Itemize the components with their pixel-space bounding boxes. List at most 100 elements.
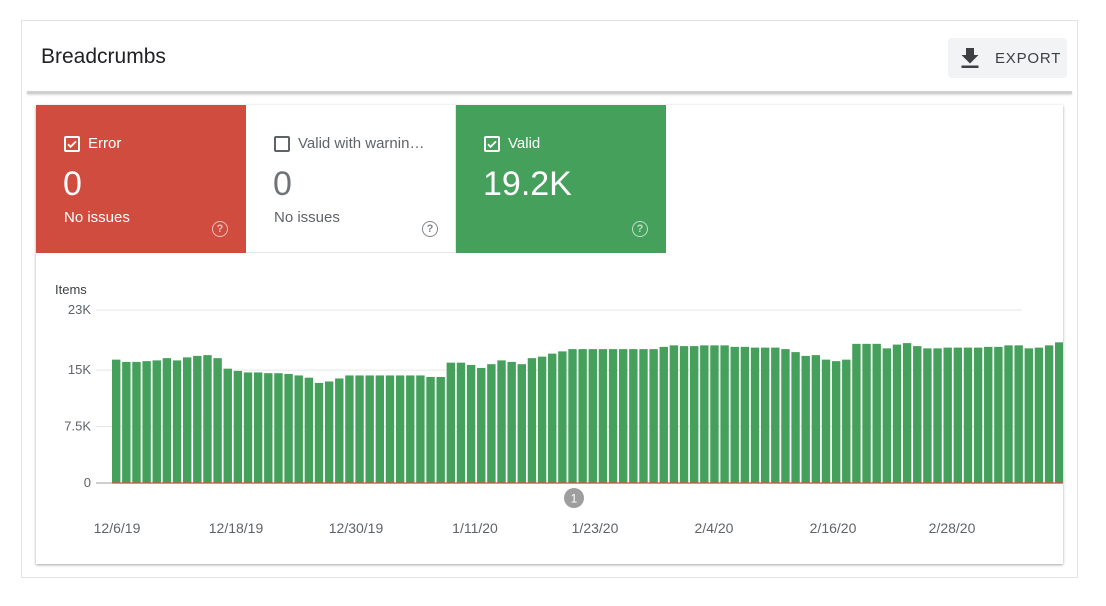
chart-bar (274, 373, 283, 483)
chart-bar (568, 349, 577, 483)
tile-valid-with-warnings[interactable]: Valid with warnin… 0 No issues ? (246, 105, 456, 253)
chart-bar (203, 355, 212, 483)
x-tick-label: 2/4/20 (695, 520, 734, 536)
chart-bar (477, 367, 486, 483)
tile-valid[interactable]: Valid 19.2K ? (456, 105, 666, 253)
chart-bar (821, 359, 831, 483)
chart-bar (172, 360, 182, 483)
chart-bar (740, 346, 750, 483)
tile-error-label: Error (88, 135, 122, 152)
chart-bar (933, 348, 942, 483)
chart-bar (223, 368, 232, 483)
check-icon (487, 140, 497, 148)
chart-bar (1014, 345, 1023, 483)
chart-bar (324, 381, 334, 483)
tile-error-sub: No issues (64, 209, 130, 226)
chart-bar (314, 382, 324, 483)
help-icon[interactable]: ? (632, 221, 648, 237)
chart-bar (1055, 342, 1063, 483)
chart-bar (304, 377, 314, 483)
breadcrumbs-panel: Breadcrumbs EXPORT Error 0 No issues ? V… (21, 20, 1078, 578)
chart-bar (588, 349, 597, 483)
chart-bar (558, 351, 567, 483)
chart-bar (831, 361, 841, 483)
chart-bar (152, 360, 161, 483)
help-icon[interactable]: ? (422, 221, 438, 237)
annotation-badge-label: 1 (571, 492, 578, 506)
chart-bar (436, 376, 445, 483)
chart-bar (1044, 345, 1054, 483)
chart-bar (162, 358, 172, 483)
check-icon (67, 140, 77, 148)
chart-bar (345, 375, 354, 483)
chart-bar (619, 349, 628, 483)
chart-bar (679, 346, 689, 483)
x-tick-label: 1/23/20 (572, 520, 619, 536)
chart-bar (852, 343, 861, 483)
chart-bar (781, 349, 790, 483)
chart-bar (973, 347, 983, 483)
tile-warnings-sub: No issues (274, 209, 340, 226)
y-tick-label: 0 (84, 475, 91, 490)
chart-bar (892, 344, 902, 483)
panel-header: Breadcrumbs EXPORT (22, 21, 1077, 91)
chart-bar (456, 362, 466, 483)
chart-bar (791, 352, 800, 483)
y-tick-label: 23K (68, 302, 91, 317)
x-tick-label: 12/6/19 (94, 520, 141, 536)
chart-bar (730, 346, 739, 483)
chart-bar (842, 359, 851, 483)
chart-bar (264, 373, 273, 483)
x-tick-label: 1/11/20 (452, 520, 498, 536)
chart-bar (132, 361, 141, 483)
y-axis-title: Items (55, 282, 87, 297)
chart-bar (233, 370, 243, 483)
chart-bar (629, 349, 638, 483)
chart-bar (710, 345, 719, 483)
export-button[interactable]: EXPORT (948, 38, 1067, 78)
chart-bar (1034, 347, 1044, 483)
chart-bar (466, 364, 476, 483)
chart-bar (406, 375, 415, 483)
valid-checkbox[interactable] (484, 135, 500, 152)
chart-bar (771, 347, 780, 483)
chart-bar (943, 347, 952, 483)
chart-bar (416, 375, 425, 483)
chart-bar (608, 349, 618, 483)
chart-bar (142, 361, 151, 483)
tile-error-count: 0 (63, 165, 82, 203)
chart-bar (639, 349, 648, 483)
chart-bar (537, 356, 547, 483)
chart-bar (659, 346, 668, 483)
chart-bar (497, 360, 506, 483)
header-divider (27, 91, 1072, 94)
x-tick-label: 2/28/20 (929, 520, 976, 536)
chart-bar (598, 349, 608, 483)
chart-bar (1024, 348, 1033, 483)
chart-bar (365, 375, 374, 483)
page-title: Breadcrumbs (41, 45, 166, 68)
chart-bar (527, 358, 537, 483)
chart-bar (811, 355, 821, 483)
items-chart: Items 23K 15K 7.5K 0 1 12/6/19 12/18/19 12/30/19… (36, 253, 1063, 564)
chart-bar (578, 349, 587, 483)
error-checkbox[interactable] (64, 135, 80, 152)
chart-bar (801, 355, 810, 483)
help-icon[interactable]: ? (212, 221, 228, 237)
download-icon (961, 48, 979, 68)
chart-bar (872, 343, 881, 483)
chart-bar (426, 376, 435, 483)
tile-warnings-label: Valid with warnin… (298, 135, 425, 152)
tile-valid-label: Valid (508, 135, 541, 152)
tile-error[interactable]: Error 0 No issues ? (36, 105, 246, 253)
chart-bar (122, 361, 131, 483)
chart-bar (923, 348, 932, 483)
y-tick-label: 7.5K (64, 419, 91, 434)
chart-bar (243, 372, 253, 483)
x-tick-label: 2/16/20 (810, 520, 857, 536)
chart-bar (446, 362, 456, 483)
chart-bar (953, 347, 963, 483)
chart-bar (994, 346, 1003, 483)
warnings-checkbox[interactable] (274, 135, 290, 152)
chart-bar (862, 343, 871, 483)
